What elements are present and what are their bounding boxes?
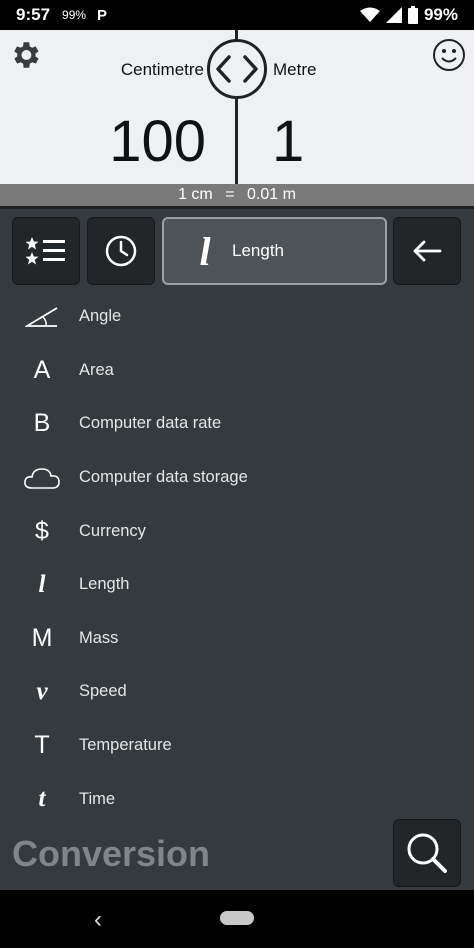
search-button[interactable] bbox=[393, 819, 461, 887]
category-label: Length bbox=[79, 575, 130, 594]
equation-left: 1 cm bbox=[178, 186, 213, 203]
wifi-icon bbox=[359, 7, 380, 22]
category-label: Mass bbox=[79, 628, 119, 647]
category-item-currency[interactable]: $ Currency bbox=[0, 504, 474, 558]
speed-icon: v bbox=[36, 677, 48, 705]
to-unit-label[interactable]: Metre bbox=[273, 60, 316, 80]
back-button[interactable] bbox=[393, 217, 461, 285]
arrow-left-icon bbox=[413, 240, 442, 262]
time-icon: t bbox=[38, 785, 46, 813]
category-item-temperature[interactable]: T Temperature bbox=[0, 719, 474, 773]
to-value[interactable]: 1 bbox=[272, 108, 304, 175]
nav-back-button[interactable]: ‹ bbox=[94, 906, 102, 934]
status-time: 9:57 bbox=[16, 5, 51, 24]
search-icon bbox=[407, 833, 447, 873]
category-label: Currency bbox=[79, 521, 146, 540]
signal-icon bbox=[385, 7, 402, 23]
category-item-angle[interactable]: Angle bbox=[0, 290, 474, 344]
from-value[interactable]: 100 bbox=[109, 108, 206, 175]
swap-units-button[interactable] bbox=[207, 39, 267, 99]
equation-bar: 1 cm = 0.01 m bbox=[0, 184, 474, 206]
category-label: Area bbox=[79, 360, 114, 379]
data-rate-icon: B bbox=[33, 409, 51, 438]
selected-category-label: Length bbox=[232, 241, 284, 260]
category-label: Computer data rate bbox=[79, 414, 222, 433]
status-small-text: 99% bbox=[62, 8, 87, 22]
category-item-length[interactable]: l Length bbox=[0, 558, 474, 612]
toolbar: l Length bbox=[0, 217, 474, 287]
mass-icon: M bbox=[31, 623, 53, 652]
from-unit-label[interactable]: Centimetre bbox=[121, 60, 204, 80]
category-item-area[interactable]: A Area bbox=[0, 344, 474, 398]
navigation-bar: ‹ bbox=[0, 890, 474, 948]
smiley-icon[interactable] bbox=[432, 38, 466, 72]
category-item-speed[interactable]: v Speed bbox=[0, 665, 474, 719]
area-icon: A bbox=[33, 355, 51, 384]
category-label: Angle bbox=[79, 307, 122, 326]
nav-home-pill[interactable] bbox=[220, 911, 254, 925]
favorites-list-button[interactable] bbox=[12, 217, 80, 285]
category-label: Speed bbox=[79, 682, 127, 701]
conversion-title: Conversion bbox=[12, 833, 211, 874]
category-item-mass[interactable]: M Mass bbox=[0, 612, 474, 666]
battery-icon bbox=[407, 6, 418, 24]
converter-panel: Centimetre Metre 100 1 bbox=[0, 30, 474, 184]
history-button[interactable] bbox=[87, 217, 155, 285]
length-icon: l bbox=[199, 228, 211, 274]
cloud-icon bbox=[0, 466, 84, 490]
temperature-icon: T bbox=[34, 731, 50, 760]
gear-icon[interactable] bbox=[8, 38, 42, 72]
category-item-computer-data-storage[interactable]: Computer data storage bbox=[0, 451, 474, 505]
category-label: Computer data storage bbox=[79, 468, 248, 487]
length-icon: l bbox=[38, 570, 46, 598]
dollar-icon: $ bbox=[35, 516, 49, 545]
clock-icon bbox=[105, 235, 137, 267]
swap-arrows-icon bbox=[216, 55, 258, 83]
category-label: Time bbox=[79, 789, 116, 808]
category-list: Angle A Area B Computer data rate Comput… bbox=[0, 290, 474, 826]
selected-category-button[interactable]: l Length bbox=[162, 217, 387, 285]
status-bar: 9:57 99% P 99% bbox=[0, 0, 474, 30]
equation-op: = bbox=[225, 186, 235, 203]
star-list-icon bbox=[26, 237, 65, 265]
category-item-time[interactable]: t Time bbox=[0, 772, 474, 826]
parking-icon: P bbox=[97, 6, 108, 24]
category-label: Temperature bbox=[79, 736, 172, 755]
category-item-computer-data-rate[interactable]: B Computer data rate bbox=[0, 397, 474, 451]
main-area: l Length Angle A Area B Computer data ra… bbox=[0, 206, 474, 890]
battery-level: 99% bbox=[423, 5, 458, 24]
angle-icon bbox=[0, 306, 84, 328]
equation-right: 0.01 m bbox=[247, 186, 296, 203]
status-right: 99% bbox=[359, 5, 458, 25]
